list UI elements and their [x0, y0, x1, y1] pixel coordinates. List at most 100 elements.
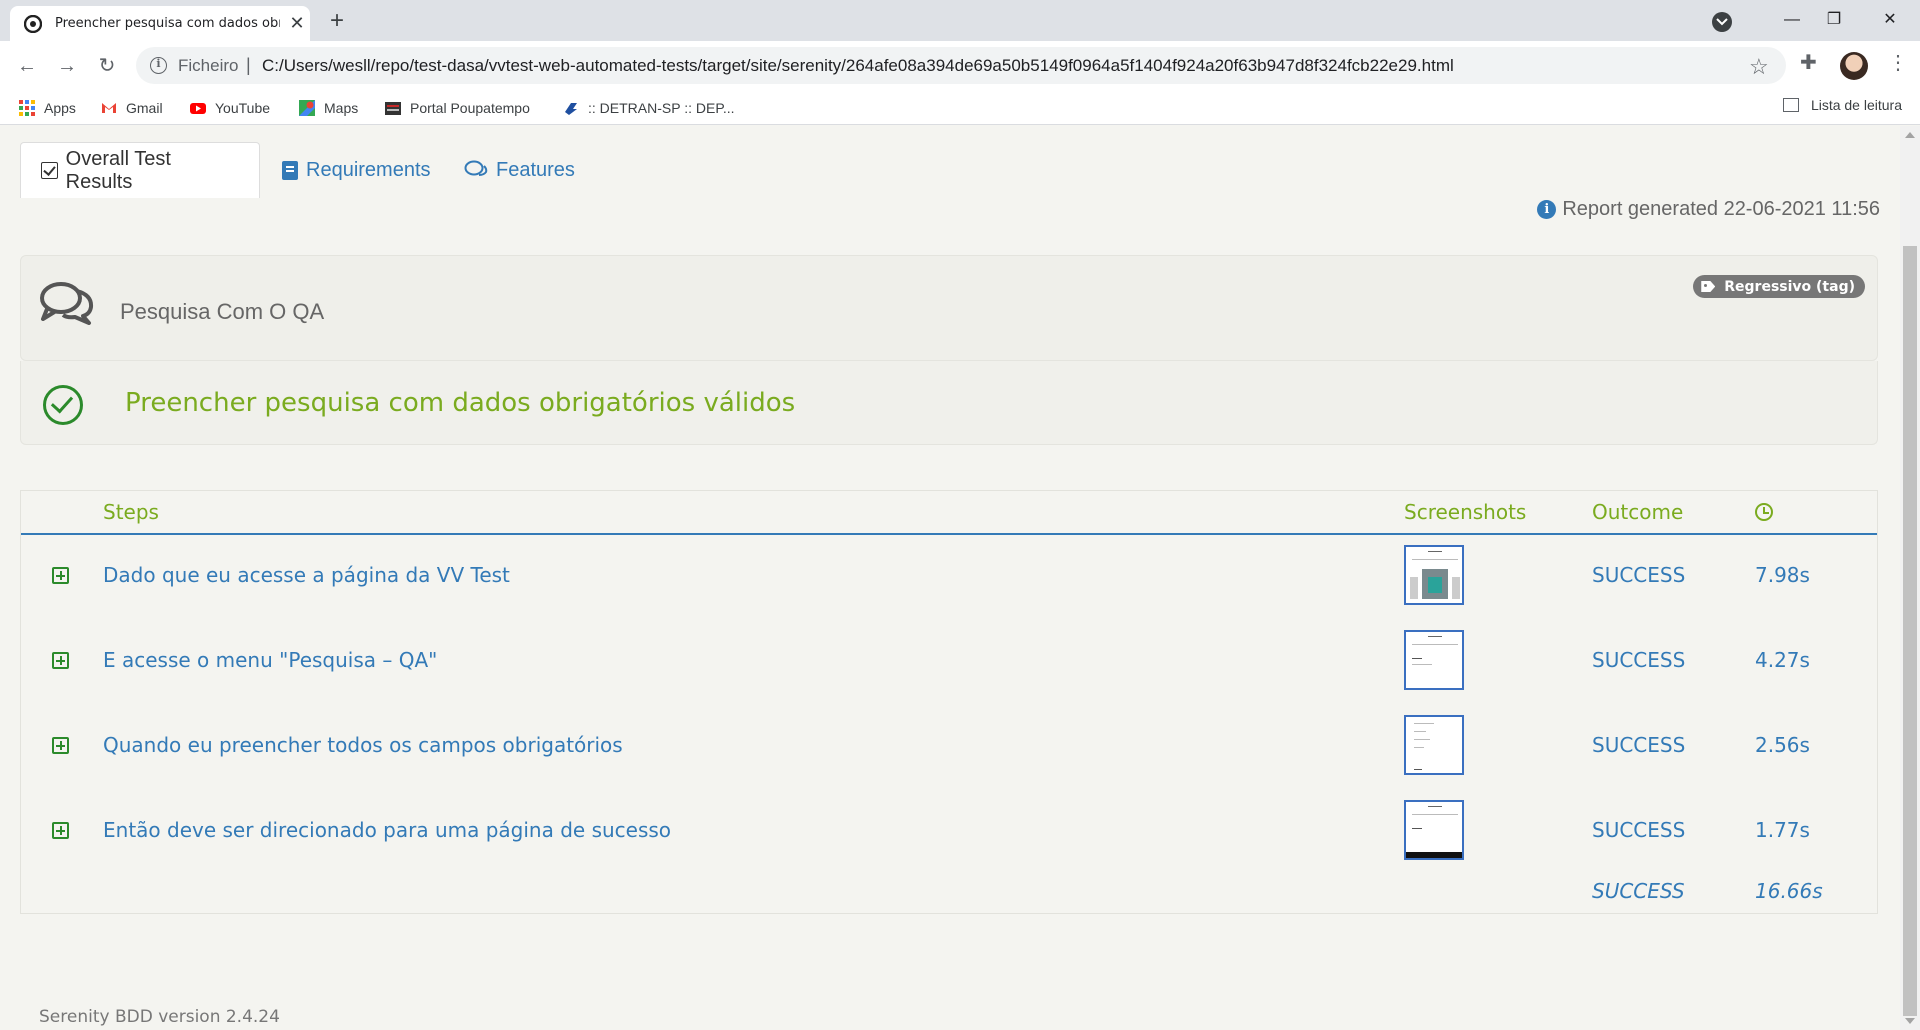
step-outcome: SUCCESS [1592, 563, 1686, 587]
step-description: Dado que eu acesse a página da VV Test [103, 563, 510, 587]
total-duration: 16.66s [1755, 879, 1823, 903]
page-scrollbar[interactable] [1900, 126, 1920, 1030]
expand-plus-icon[interactable] [52, 822, 69, 839]
apps-grid-icon [19, 100, 35, 116]
expand-plus-icon[interactable] [52, 737, 69, 754]
maps-icon [299, 100, 315, 116]
restore-button[interactable]: ❐ [1816, 6, 1852, 34]
tab-overall-test-results[interactable]: Overall Test Results [20, 142, 260, 198]
step-description: Quando eu preencher todos os campos obri… [103, 733, 623, 757]
duration-column-header [1755, 491, 1773, 533]
clock-icon [1755, 503, 1773, 521]
scheme-label: Ficheiro [178, 56, 239, 75]
reading-list-button[interactable]: Lista de leitura [1782, 97, 1902, 113]
total-outcome: SUCCESS [1592, 879, 1685, 903]
scroll-up-arrow-icon[interactable] [1905, 132, 1915, 138]
report-page: Overall Test Results Requirements Featur… [0, 126, 1900, 1030]
bookmark-label: Gmail [126, 100, 163, 116]
scroll-down-arrow-icon[interactable] [1905, 1018, 1915, 1024]
reload-button[interactable]: ↻ [92, 51, 122, 81]
gmail-icon [102, 103, 116, 113]
comments-icon [40, 282, 94, 325]
info-icon: i [1537, 200, 1557, 219]
bookmark-label: YouTube [215, 100, 271, 116]
minimize-button[interactable]: — [1774, 6, 1810, 34]
outcome-column-header: Outcome [1592, 500, 1684, 524]
step-duration: 1.77s [1755, 818, 1810, 842]
steps-column-header: Steps [103, 500, 159, 524]
detran-icon [565, 103, 577, 115]
tab-title: Preencher pesquisa com dados obrigatório… [55, 16, 280, 31]
extensions-puzzle-icon[interactable]: ✚ [1800, 50, 1817, 75]
screenshots-column-header: Screenshots [1404, 500, 1527, 524]
comments-icon [464, 160, 488, 176]
close-tab-icon[interactable]: ✕ [288, 14, 306, 32]
bookmark-detran[interactable]: :: DETRAN-SP :: DEP... [563, 97, 735, 119]
book-icon [282, 160, 298, 180]
scenario-title: Preencher pesquisa com dados obrigatório… [125, 388, 796, 418]
bookmark-maps[interactable]: Maps [299, 97, 358, 119]
bookmark-apps[interactable]: Apps [19, 97, 76, 119]
tab-features[interactable]: Features [444, 142, 595, 198]
site-info-icon[interactable] [150, 57, 167, 74]
scroll-thumb[interactable] [1903, 246, 1917, 1016]
bookmark-label: Maps [324, 100, 359, 116]
screenshot-thumbnail[interactable] [1404, 630, 1464, 690]
browser-toolbar: ← → ↻ Ficheiro | C:/Users/wesll/repo/tes… [0, 41, 1920, 91]
screenshot-thumbnail[interactable] [1404, 715, 1464, 775]
url-text[interactable]: C:/Users/wesll/repo/test-dasa/vvtest-web… [262, 56, 1454, 76]
bookmark-label: Apps [44, 100, 76, 116]
browser-tabstrip: Preencher pesquisa com dados obrigatório… [0, 0, 1920, 41]
step-description: E acesse o menu "Pesquisa – QA" [103, 648, 438, 672]
feature-name[interactable]: Pesquisa Com O QA [120, 299, 324, 325]
report-generated: i Report generated 22-06-2021 11:56 [1537, 198, 1880, 221]
bookmark-poupatempo[interactable]: Portal Poupatempo [385, 97, 530, 119]
tag-label: Regressivo (tag) [1724, 278, 1855, 295]
tag-icon [1701, 281, 1716, 292]
tab-label: Overall Test Results [65, 147, 171, 193]
feature-panel: Pesquisa Com O QA Regressivo (tag) [20, 255, 1878, 361]
serenity-version: Serenity BDD version 2.4.24 [39, 1007, 280, 1027]
screenshot-thumbnail[interactable] [1404, 800, 1464, 860]
serenity-favicon-icon [24, 15, 42, 33]
bookmarks-bar: Apps Gmail YouTube Maps Portal Poupatemp… [0, 91, 1920, 125]
table-row: Então deve ser direcionado para uma pági… [21, 788, 1877, 873]
table-row: Quando eu preencher todos os campos obri… [21, 703, 1877, 788]
browser-tab[interactable]: Preencher pesquisa com dados obrigatório… [10, 6, 310, 41]
step-duration: 2.56s [1755, 733, 1810, 757]
bookmark-youtube[interactable]: YouTube [190, 97, 270, 119]
steps-table: Steps Screenshots Outcome Dado que eu ac… [20, 490, 1878, 914]
tab-requirements[interactable]: Requirements [262, 142, 451, 198]
bookmark-label: :: DETRAN-SP :: DEP... [588, 100, 735, 116]
tab-search-button[interactable] [1712, 12, 1732, 32]
reading-list-icon [1782, 98, 1799, 112]
new-tab-button[interactable]: + [324, 9, 350, 35]
checkbox-icon [41, 162, 58, 179]
tab-label: Features [496, 158, 575, 181]
report-generated-text: Report generated 22-06-2021 11:56 [1562, 198, 1880, 220]
step-duration: 4.27s [1755, 648, 1810, 672]
expand-plus-icon[interactable] [52, 567, 69, 584]
table-row: Dado que eu acesse a página da VV Test S… [21, 533, 1877, 618]
forward-button[interactable]: → [52, 51, 82, 81]
close-window-button[interactable]: ✕ [1872, 6, 1908, 34]
poupatempo-icon [385, 102, 401, 115]
reading-list-label: Lista de leitura [1810, 97, 1902, 113]
address-bar[interactable]: Ficheiro | C:/Users/wesll/repo/test-dasa… [136, 47, 1786, 84]
browser-menu-icon[interactable]: ⋮ [1888, 50, 1908, 75]
success-check-circle-icon [43, 385, 83, 425]
expand-plus-icon[interactable] [52, 652, 69, 669]
bookmark-gmail[interactable]: Gmail [101, 97, 163, 119]
step-duration: 7.98s [1755, 563, 1810, 587]
tab-label: Requirements [306, 158, 431, 181]
tag-badge[interactable]: Regressivo (tag) [1693, 275, 1865, 298]
youtube-icon [190, 103, 206, 114]
bookmark-label: Portal Poupatempo [410, 100, 530, 116]
bookmark-star-icon[interactable]: ☆ [1749, 54, 1769, 80]
back-button[interactable]: ← [12, 51, 42, 81]
screenshot-thumbnail[interactable] [1404, 545, 1464, 605]
step-outcome: SUCCESS [1592, 648, 1686, 672]
profile-avatar[interactable] [1840, 52, 1868, 80]
table-row: E acesse o menu "Pesquisa – QA" SUCCESS … [21, 618, 1877, 703]
step-description: Então deve ser direcionado para uma pági… [103, 818, 672, 842]
